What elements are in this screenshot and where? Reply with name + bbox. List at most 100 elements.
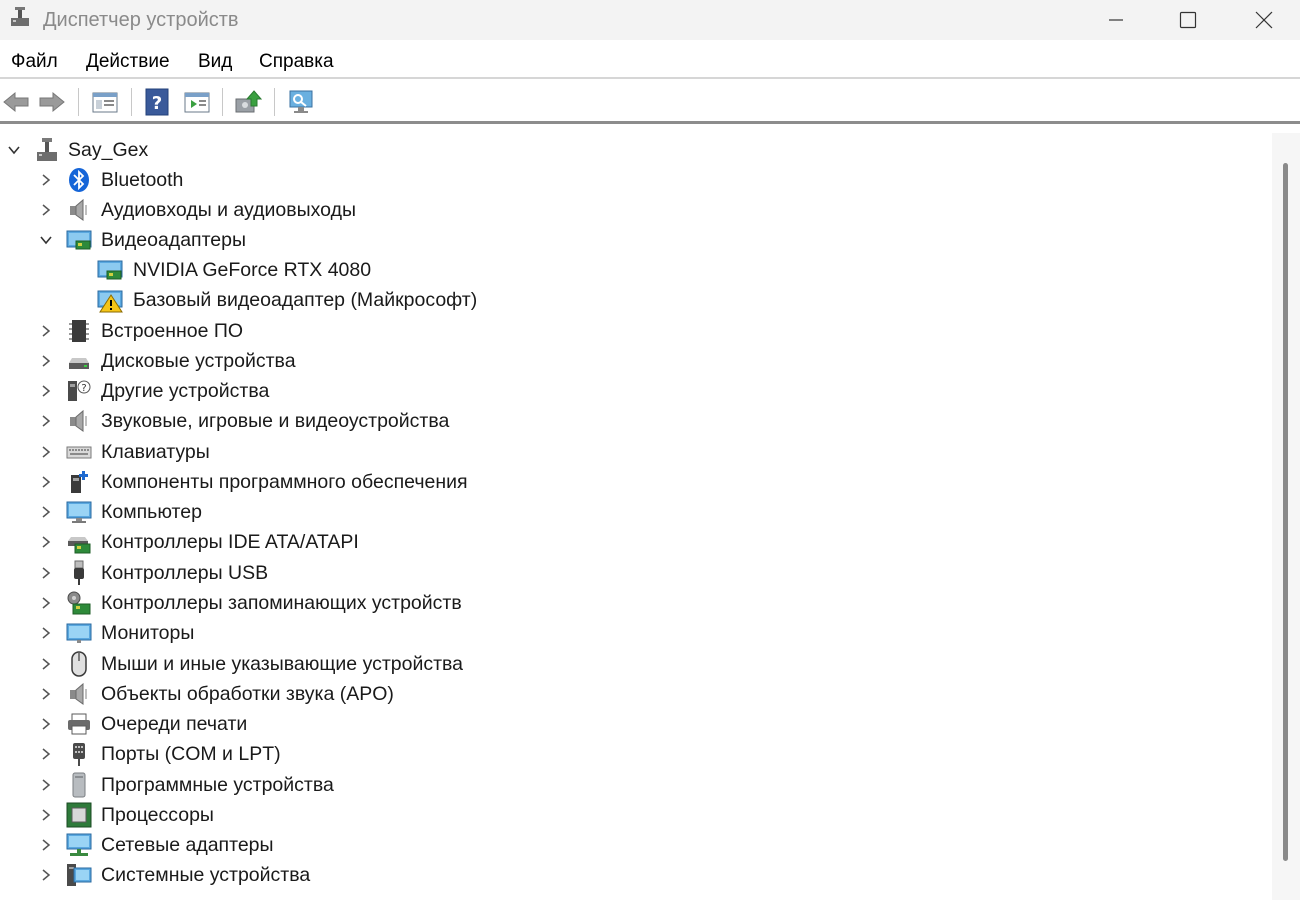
tree-category-ide-controllers[interactable]: Контроллеры IDE ATA/ATAPI (0, 527, 1272, 557)
category-label: Порты (COM и LPT) (101, 743, 281, 765)
chevron-right-icon[interactable] (37, 564, 55, 582)
back-button[interactable] (1, 87, 31, 117)
bluetooth-icon (69, 168, 89, 192)
tree-category-keyboards[interactable]: Клавиатуры (0, 437, 1272, 467)
chevron-right-icon[interactable] (37, 322, 55, 340)
minimize-button[interactable] (1080, 0, 1152, 40)
system-devices-icon (67, 864, 92, 886)
tree-category-other-devices[interactable]: ? Другие устройства (0, 376, 1272, 406)
display-adapter-warning-icon (97, 290, 123, 313)
chevron-down-icon[interactable] (37, 231, 55, 249)
chevron-right-icon[interactable] (37, 503, 55, 521)
tree-category-display-adapters[interactable]: Видеоадаптеры (0, 225, 1272, 255)
tree-category-usb-controllers[interactable]: Контроллеры USB (0, 558, 1272, 588)
svg-text:?: ? (152, 93, 162, 114)
menu-view[interactable]: Вид (195, 49, 235, 75)
device-label: NVIDIA GeForce RTX 4080 (133, 259, 372, 281)
category-label: Аудиовходы и аудиовыходы (101, 199, 356, 221)
menu-action[interactable]: Действие (83, 49, 173, 75)
update-driver-button[interactable] (233, 87, 263, 117)
chevron-right-icon[interactable] (37, 473, 55, 491)
title-bar: Диспетчер устройств (0, 0, 1300, 40)
category-label: Сетевые адаптеры (101, 834, 274, 856)
disk-drive-icon (69, 358, 89, 369)
chevron-right-icon[interactable] (37, 715, 55, 733)
svg-text:?: ? (81, 383, 86, 394)
tree-category-storage-controllers[interactable]: Контроллеры запоминающих устройств (0, 588, 1272, 618)
chevron-right-icon[interactable] (37, 533, 55, 551)
tree-category-apo[interactable]: Объекты обработки звука (APO) (0, 679, 1272, 709)
toolbar: ? (0, 82, 1300, 124)
tree-category-audio-io[interactable]: Аудиовходы и аудиовыходы (0, 195, 1272, 225)
chevron-right-icon[interactable] (37, 594, 55, 612)
tree-category-print-queues[interactable]: Очереди печати (0, 709, 1272, 739)
category-label: Контроллеры USB (101, 562, 269, 584)
device-label: Базовый видеоадаптер (Майкрософт) (133, 289, 478, 311)
chevron-right-icon[interactable] (37, 685, 55, 703)
chevron-right-icon[interactable] (37, 171, 55, 189)
category-label: Мыши и иные указывающие устройства (101, 653, 464, 675)
maximize-button[interactable] (1152, 0, 1224, 40)
category-label: Bluetooth (101, 169, 184, 191)
scan-hardware-button[interactable] (286, 87, 316, 117)
scrollbar-thumb[interactable] (1283, 163, 1288, 861)
menu-help[interactable]: Справка (256, 49, 337, 75)
tree-category-monitors[interactable]: Мониторы (0, 618, 1272, 648)
tree-category-ports[interactable]: Порты (COM и LPT) (0, 739, 1272, 769)
tree-category-mice[interactable]: Мыши и иные указывающие устройства (0, 649, 1272, 679)
menu-file[interactable]: Файл (8, 49, 61, 75)
toolbar-separator (274, 88, 275, 116)
tree-category-system-devices[interactable]: Системные устройства (0, 860, 1272, 890)
properties-button[interactable] (90, 87, 120, 117)
tree-category-software-devices[interactable]: Программные устройства (0, 770, 1272, 800)
tree-category-processors[interactable]: Процессоры (0, 800, 1272, 830)
display-adapter-icon (66, 230, 92, 250)
port-icon (73, 743, 85, 766)
tree-root-row[interactable]: Say_Gex (0, 135, 1272, 165)
usb-icon (74, 560, 84, 585)
chevron-right-icon[interactable] (37, 866, 55, 884)
computer-host-icon (37, 138, 57, 161)
device-manager-window: Диспетчер устройств Файл Действие Вид Сп… (0, 0, 1300, 900)
category-label: Мониторы (101, 622, 195, 644)
help-icon: ? (145, 88, 169, 116)
chevron-right-icon[interactable] (37, 745, 55, 763)
toolbar-separator (222, 88, 223, 116)
tree-device-basic-display[interactable]: Базовый видеоадаптер (Майкрософт) (0, 285, 1272, 315)
category-label: Встроенное ПО (101, 320, 244, 342)
chevron-right-icon[interactable] (37, 776, 55, 794)
help-button[interactable]: ? (142, 87, 172, 117)
tree-category-disk-drives[interactable]: Дисковые устройства (0, 346, 1272, 376)
minimize-icon (1109, 19, 1123, 21)
mouse-icon (71, 651, 87, 677)
toolbar-separator (78, 88, 79, 116)
menu-bar: Файл Действие Вид Справка (0, 43, 1300, 79)
chevron-right-icon[interactable] (37, 836, 55, 854)
chevron-right-icon[interactable] (37, 412, 55, 430)
chevron-right-icon[interactable] (37, 352, 55, 370)
close-button[interactable] (1228, 0, 1300, 40)
chevron-right-icon[interactable] (37, 624, 55, 642)
chevron-right-icon[interactable] (37, 382, 55, 400)
tree-category-network-adapters[interactable]: Сетевые адаптеры (0, 830, 1272, 860)
chevron-right-icon[interactable] (37, 806, 55, 824)
chevron-down-icon[interactable] (5, 141, 23, 159)
speaker-icon (70, 198, 87, 221)
tree-device-nvidia[interactable]: NVIDIA GeForce RTX 4080 (0, 255, 1272, 285)
chevron-right-icon[interactable] (37, 201, 55, 219)
tree-category-firmware[interactable]: Встроенное ПО (0, 316, 1272, 346)
chevron-right-icon[interactable] (37, 655, 55, 673)
firmware-chip-icon (69, 320, 89, 342)
category-label: Видеоадаптеры (101, 229, 247, 251)
tree-category-sound-video[interactable]: Звуковые, игровые и видеоустройства (0, 406, 1272, 436)
software-device-icon (72, 772, 86, 798)
run-panel-icon (184, 92, 210, 113)
tree-category-software-components[interactable]: Компоненты программного обеспечения (0, 467, 1272, 497)
forward-button[interactable] (37, 87, 67, 117)
vertical-scrollbar[interactable] (1272, 133, 1300, 900)
run-button[interactable] (182, 87, 212, 117)
chevron-right-icon[interactable] (37, 443, 55, 461)
tree-category-bluetooth[interactable]: Bluetooth (0, 165, 1272, 195)
display-adapter-icon (97, 260, 123, 280)
tree-category-computer[interactable]: Компьютер (0, 497, 1272, 527)
